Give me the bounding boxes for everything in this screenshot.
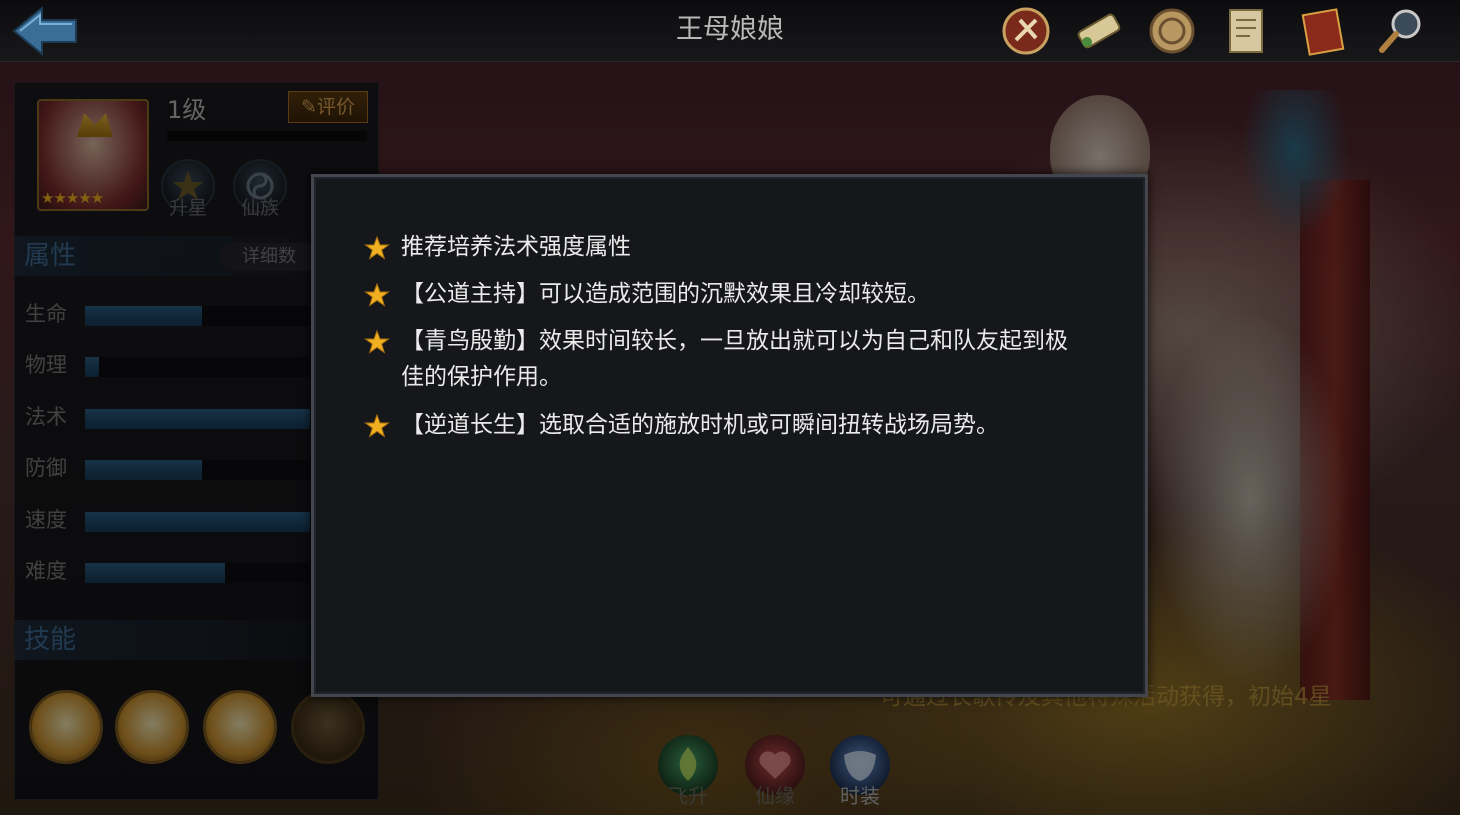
medal-icon[interactable] [1144,4,1200,58]
book-icon[interactable] [1296,4,1352,58]
tips-modal: 推荐培养法术强度属性 【公道主持】可以造成范围的沉默效果且冷却较短。 【青鸟殷勤… [311,174,1148,697]
back-arrow-icon [12,5,77,57]
tip-text: 推荐培养法术强度属性 [401,234,631,260]
star-icon [364,329,390,354]
scroll-icon[interactable] [1071,4,1127,58]
star-icon [364,235,390,260]
star-icon [364,282,390,307]
battle-icon[interactable] [998,4,1054,58]
page-title: 王母娘娘 [676,14,784,45]
top-bar: 王母娘娘 [0,0,1460,62]
tip-text: 【公道主持】可以造成范围的沉默效果且冷却较短。 [401,281,930,307]
tip-text: 【逆道长生】选取合适的施放时机或可瞬间扭转战场局势。 [401,412,999,438]
star-icon [364,413,390,438]
back-button[interactable] [6,2,84,60]
search-icon[interactable] [1374,4,1430,58]
document-icon[interactable] [1218,4,1274,58]
tip-text: 【青鸟殷勤】效果时间较长，一旦放出就可以为自己和队友起到极佳的保护作用。 [401,328,1068,390]
